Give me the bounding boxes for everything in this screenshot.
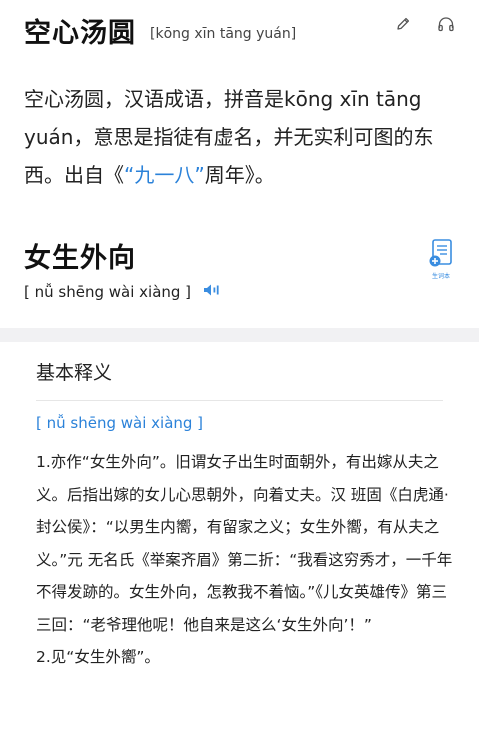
idiom-pinyin: [ nǚ shēng wài xiàng ] — [24, 283, 192, 301]
entry-title-row: 空心汤圆 [kōng xīn tāng yuán] — [24, 8, 459, 52]
speaker-icon[interactable] — [203, 283, 221, 301]
definition-2: 2.见“女生外嚮”。 — [36, 648, 160, 666]
section-pinyin: [ nǚ shēng wài xiàng ] — [36, 414, 204, 432]
entry-title: 空心汤圆 — [24, 17, 136, 49]
notebook-add-icon — [429, 239, 452, 267]
entry-actions — [395, 16, 455, 32]
entry-explanation: 空心汤圆，汉语成语，拼音是kōng xīn tāng yuán，意思是指徒有虚名… — [24, 80, 460, 194]
basic-meaning-card: 基本释义 [ nǚ shēng wài xiàng ] 1.亦作“女生外向”。旧… — [14, 342, 465, 739]
section-title: 基本释义 — [36, 362, 113, 384]
notebook-label: 生词本 — [431, 273, 450, 280]
entry-card-kongxin: 空心汤圆 [kōng xīn tāng yuán] 空心汤圆，汉语成语，拼音是k… — [0, 0, 479, 330]
idiom-title: 女生外向 — [24, 243, 136, 274]
idiom-pinyin-row: [ nǚ shēng wài xiàng ] — [24, 283, 221, 301]
definition-block: 1.亦作“女生外向”。旧谓女子出生时面朝外，有出嫁从夫之义。后指出嫁的女儿心思朝… — [36, 446, 456, 674]
explanation-text-end: 周年》。 — [204, 163, 275, 187]
add-to-notebook-button[interactable]: 生词本 — [427, 239, 455, 281]
source-link[interactable]: “九一八” — [124, 163, 205, 187]
pencil-icon[interactable] — [395, 16, 411, 32]
entry-pinyin: [kōng xīn tāng yuán] — [150, 26, 297, 42]
headphones-icon[interactable] — [437, 16, 455, 32]
section-separator — [0, 328, 479, 342]
divider — [36, 400, 443, 401]
definition-1: 1.亦作“女生外向”。旧谓女子出生时面朝外，有出嫁从夫之义。后指出嫁的女儿心思朝… — [36, 453, 453, 634]
